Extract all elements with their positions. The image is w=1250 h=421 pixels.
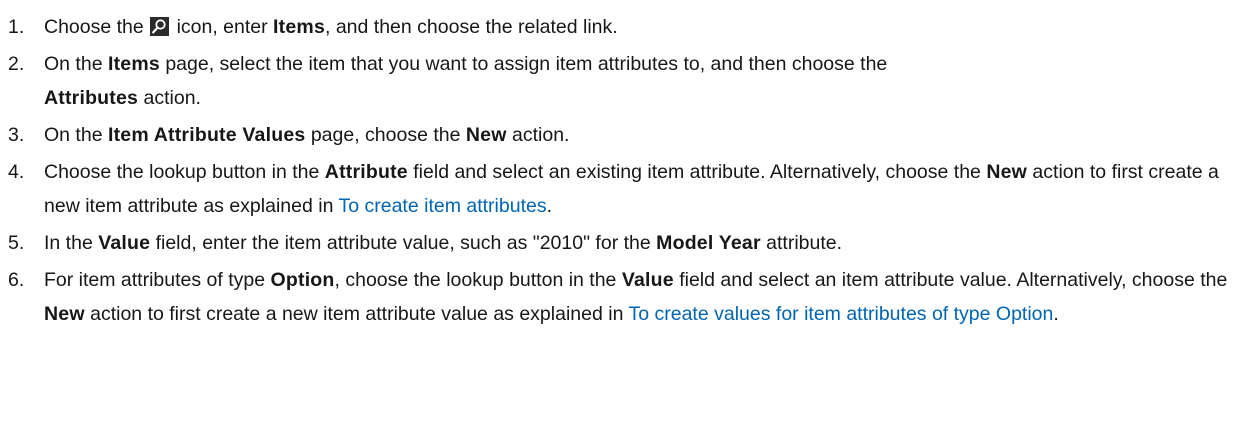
step-number: 2.: [8, 53, 25, 75]
step-text: field, enter the item attribute value, s…: [150, 232, 657, 254]
step-1: 1. Choose the icon, enter Items, and then…: [0, 10, 1250, 44]
step-number: 6.: [8, 269, 25, 291]
step-number: 5.: [8, 232, 25, 254]
search-icon: [150, 17, 170, 36]
ui-term: New: [986, 161, 1028, 183]
step-6: 6. For item attributes of type Option, ch…: [0, 263, 1250, 331]
create-item-attributes-link[interactable]: To create item attributes: [338, 195, 546, 217]
step-text: For item attributes of type: [44, 269, 271, 291]
step-text: Choose the: [44, 16, 150, 38]
ui-term: Model Year: [656, 232, 761, 254]
create-option-values-link[interactable]: To create values for item attributes of …: [628, 303, 1053, 325]
step-text: On the: [44, 53, 108, 75]
step-text: page, choose the: [305, 124, 466, 146]
step-number: 3.: [8, 124, 25, 146]
ui-term: New: [44, 303, 85, 325]
step-text: , and then choose the related link.: [325, 16, 618, 38]
ui-term: Items: [107, 53, 160, 75]
step-text: icon, enter: [171, 16, 274, 38]
step-2: 2. On the Items page, select the item tha…: [0, 47, 1250, 115]
ui-term: Items: [273, 16, 325, 38]
step-5: 5. In the Value field, enter the item att…: [0, 226, 1250, 260]
procedure-steps: 1. Choose the icon, enter Items, and then…: [0, 0, 1250, 331]
step-text: On the: [44, 124, 108, 146]
ui-term: New: [465, 124, 507, 146]
ui-term: Attribute: [324, 161, 408, 183]
step-text: field and select an existing item attrib…: [407, 161, 987, 183]
ui-term: Value: [621, 269, 674, 291]
step-text: .: [546, 195, 552, 217]
step-4: 4. Choose the lookup button in the Attrib…: [0, 155, 1250, 223]
step-number: 1.: [8, 16, 25, 38]
step-text: page, select the item that you want to a…: [159, 53, 888, 75]
step-text: action.: [138, 87, 201, 109]
step-3: 3. On the Item Attribute Values page, cho…: [0, 118, 1250, 152]
ui-term: Option: [270, 269, 335, 291]
step-number: 4.: [8, 161, 25, 183]
step-text: attribute.: [760, 232, 843, 254]
ui-term: Item Attribute Values: [107, 124, 306, 146]
step-text: action.: [506, 124, 570, 146]
step-text: In the: [44, 232, 99, 254]
step-text: field and select an item attribute value…: [673, 269, 1228, 291]
step-text: , choose the lookup button in the: [334, 269, 622, 291]
step-text: .: [1053, 303, 1059, 325]
ui-term: Attributes: [44, 87, 139, 109]
step-text: Choose the lookup button in the: [44, 161, 325, 183]
ui-term: Value: [98, 232, 151, 254]
step-text: action to first create a new item attrib…: [84, 303, 629, 325]
